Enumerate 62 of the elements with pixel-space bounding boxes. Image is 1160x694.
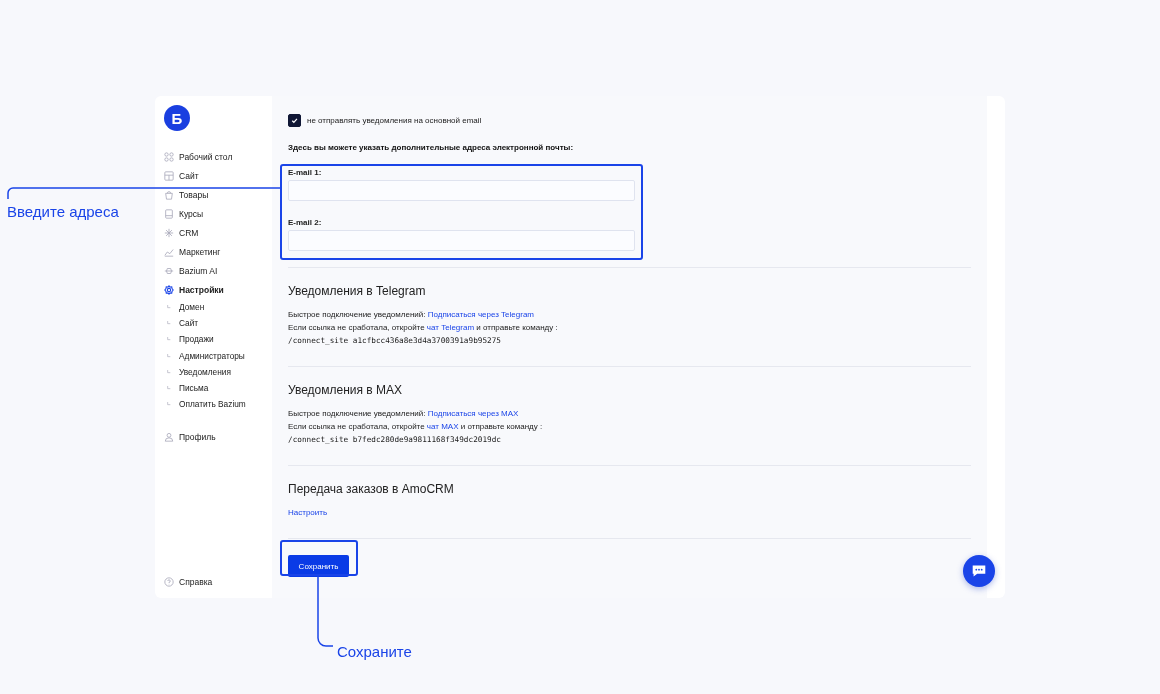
check-icon bbox=[290, 115, 299, 125]
nav-item[interactable]: Сайт bbox=[164, 166, 272, 185]
nav-subitem[interactable]: Домен bbox=[164, 299, 272, 316]
section-title: Уведомления в Telegram bbox=[288, 284, 427, 298]
nav-item[interactable]: Bazium AI bbox=[164, 261, 272, 280]
nav-item[interactable]: Профиль bbox=[164, 427, 272, 447]
setup-link[interactable]: Настроить bbox=[288, 508, 328, 517]
nav-item[interactable]: Рабочий стол bbox=[164, 147, 272, 166]
callout-label: Введите адреса bbox=[7, 203, 119, 220]
nav-subitem[interactable]: Уведомления bbox=[164, 363, 272, 380]
checkbox-label: не отправлять уведомления на основной email bbox=[307, 115, 482, 125]
bag-icon bbox=[164, 189, 174, 200]
section-title: Уведомления в MAX bbox=[288, 383, 404, 397]
nav-item[interactable]: CRM bbox=[164, 223, 272, 242]
email-field[interactable] bbox=[288, 230, 635, 251]
save-button[interactable]: Сохранить bbox=[288, 555, 349, 577]
subscribe-link[interactable]: Подписаться через Telegram bbox=[427, 310, 535, 319]
field-label: E-mail 2: bbox=[288, 218, 323, 229]
nav-subitem[interactable]: Продажи bbox=[164, 331, 272, 348]
nav-subitem[interactable]: Оплатить Bazium bbox=[164, 396, 272, 413]
info-text: Если ссылка не сработала, откройте bbox=[288, 323, 426, 332]
chat-button[interactable] bbox=[963, 555, 995, 587]
chat-link[interactable]: чат Telegram bbox=[426, 323, 475, 332]
subscribe-link[interactable]: Подписаться через MAX bbox=[427, 409, 519, 418]
info-text: Быстрое подключение уведомлений: bbox=[288, 409, 427, 418]
branch-icon bbox=[167, 321, 171, 326]
help-link[interactable]: Справка bbox=[164, 572, 272, 591]
info-text: Если ссылка не сработала, откройте bbox=[288, 422, 426, 431]
info-text: Быстрое подключение уведомлений: bbox=[288, 310, 427, 319]
chat-link[interactable]: чат MAX bbox=[426, 422, 459, 431]
info-text: и отправьте команду : bbox=[475, 323, 558, 332]
logo[interactable]: Б bbox=[164, 105, 190, 131]
checkbox[interactable] bbox=[288, 113, 301, 127]
nav-subitem[interactable]: Сайт bbox=[164, 315, 272, 332]
layout-icon bbox=[164, 170, 174, 181]
field-label: E-mail 1: bbox=[288, 168, 323, 179]
branch-icon bbox=[167, 337, 171, 342]
hint-text: Здесь вы можете указать дополнительные адреса электронной почты: bbox=[288, 143, 575, 152]
help-icon bbox=[164, 576, 174, 587]
nav-item[interactable]: Настройки bbox=[164, 280, 272, 299]
chart-icon bbox=[164, 246, 174, 257]
dots-icon bbox=[164, 151, 174, 162]
email-field[interactable] bbox=[288, 180, 635, 201]
nav-subitem[interactable]: Администраторы bbox=[164, 347, 272, 364]
info-text: и отправьте команду : bbox=[459, 422, 543, 431]
user-icon bbox=[164, 431, 174, 442]
nav-item[interactable]: Маркетинг bbox=[164, 242, 272, 261]
branch-icon bbox=[167, 305, 171, 310]
leader-line bbox=[317, 576, 333, 648]
nav-item[interactable]: Товары bbox=[164, 185, 272, 204]
branch-icon bbox=[167, 353, 171, 358]
nav-item[interactable]: Курсы bbox=[164, 204, 272, 223]
branch-icon bbox=[167, 402, 171, 407]
callout-label: Сохраните bbox=[337, 643, 412, 660]
robot-icon bbox=[164, 265, 174, 276]
branch-icon bbox=[167, 386, 171, 391]
settings-icon bbox=[164, 284, 174, 295]
asterisk-icon bbox=[164, 227, 174, 238]
branch-icon bbox=[167, 369, 171, 374]
book-icon bbox=[164, 208, 174, 219]
nav-subitem[interactable]: Письма bbox=[164, 379, 272, 397]
section-title: Передача заказов в AmoCRM bbox=[288, 482, 455, 496]
